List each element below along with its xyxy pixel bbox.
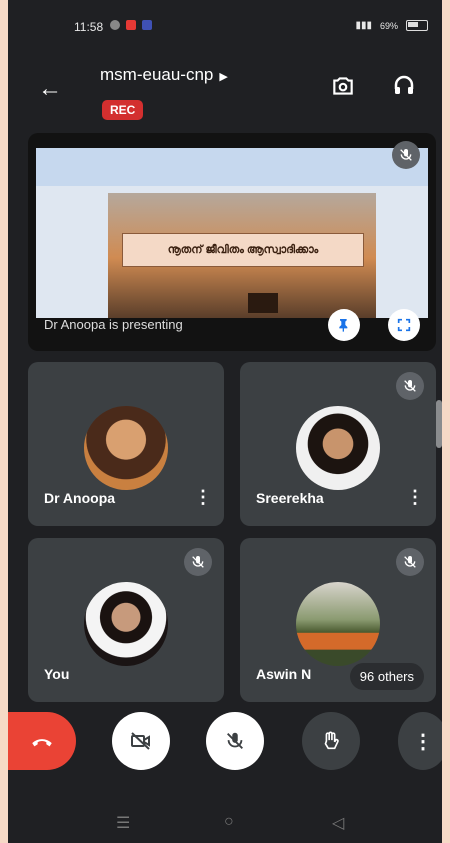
others-count-chip[interactable]: 96 others (349, 663, 424, 690)
mic-off-icon (396, 372, 424, 400)
recording-badge: REC (102, 100, 144, 120)
call-controls: ⋮ (8, 712, 442, 782)
more-options-button[interactable]: ⋮ (398, 712, 442, 770)
more-vert-icon: ⋮ (413, 730, 433, 753)
participant-tile[interactable]: Aswin N 96 others (240, 538, 436, 702)
participant-tile[interactable]: You (28, 538, 224, 702)
more-vert-icon[interactable]: ⋮ (406, 487, 424, 508)
participant-name: You (44, 666, 70, 682)
camera-toggle-button[interactable] (112, 712, 170, 770)
android-nav-bar: ☰ ○ ◁ (8, 803, 442, 843)
notification-icons (110, 20, 152, 30)
avatar (84, 582, 168, 666)
participant-tile[interactable]: Dr Anoopa ⋮ (28, 362, 224, 526)
raise-hand-icon (324, 731, 339, 750)
mic-off-icon (396, 548, 424, 576)
shared-screen: നൂതന് ജീവിതം ആസ്വാദിക്കാം (36, 148, 428, 318)
scrollbar[interactable] (436, 400, 442, 448)
silhouette (248, 293, 278, 313)
status-bar: 11:58 ▮▮▮ 69% (8, 14, 442, 38)
battery-icon (406, 20, 428, 31)
clock: 11:58 (74, 20, 104, 34)
participant-name: Dr Anoopa (44, 490, 116, 506)
end-call-button[interactable] (8, 712, 76, 770)
headphones-icon[interactable] (392, 73, 416, 97)
back-arrow-icon[interactable]: ← (38, 75, 62, 103)
end-call-icon (32, 739, 52, 747)
mic-off-icon (227, 732, 243, 749)
meeting-header: ← msm-euau-cnp ▶ REC (8, 55, 442, 135)
slide-title: നൂതന് ജീവിതം ആസ്വാദിക്കാം (122, 233, 364, 267)
presenter-label: Dr Anoopa is presenting (44, 317, 183, 332)
screen-share-tile[interactable]: നൂതന് ജീവിതം ആസ്വാദിക്കാം Dr Anoopa is p… (28, 133, 436, 351)
participant-tile[interactable]: Sreerekha ⋮ (240, 362, 436, 526)
avatar (296, 406, 380, 490)
slide-image: നൂതന് ജീവിതം ആസ്വാദിക്കാം (108, 193, 376, 318)
mic-off-icon (392, 141, 420, 169)
avatar (296, 582, 380, 666)
fullscreen-icon[interactable] (388, 309, 420, 341)
battery-level: 69% (379, 20, 398, 31)
raise-hand-button[interactable] (302, 712, 360, 770)
meeting-code: msm-euau-cnp (100, 65, 214, 84)
meet-screen: 11:58 ▮▮▮ 69% ← msm-euau-cnp ▶ REC നൂതന്… (8, 0, 442, 843)
home-icon[interactable]: ○ (224, 813, 234, 831)
recents-icon[interactable]: ☰ (116, 813, 130, 833)
more-vert-icon[interactable]: ⋮ (194, 487, 212, 508)
participant-name: Sreerekha (256, 490, 324, 506)
meeting-title[interactable]: msm-euau-cnp ▶ (100, 65, 228, 85)
caret-right-icon: ▶ (219, 71, 228, 83)
presentation-toolbar (36, 148, 428, 186)
mic-off-icon (184, 548, 212, 576)
back-nav-icon[interactable]: ◁ (332, 813, 344, 833)
video-off-icon (131, 732, 150, 750)
avatar (84, 406, 168, 490)
camera-switch-icon[interactable] (330, 73, 356, 99)
mic-toggle-button[interactable] (206, 712, 264, 770)
pin-icon[interactable] (328, 309, 360, 341)
participant-name: Aswin N (256, 666, 312, 682)
system-icons: ▮▮▮ 69% (355, 20, 428, 31)
